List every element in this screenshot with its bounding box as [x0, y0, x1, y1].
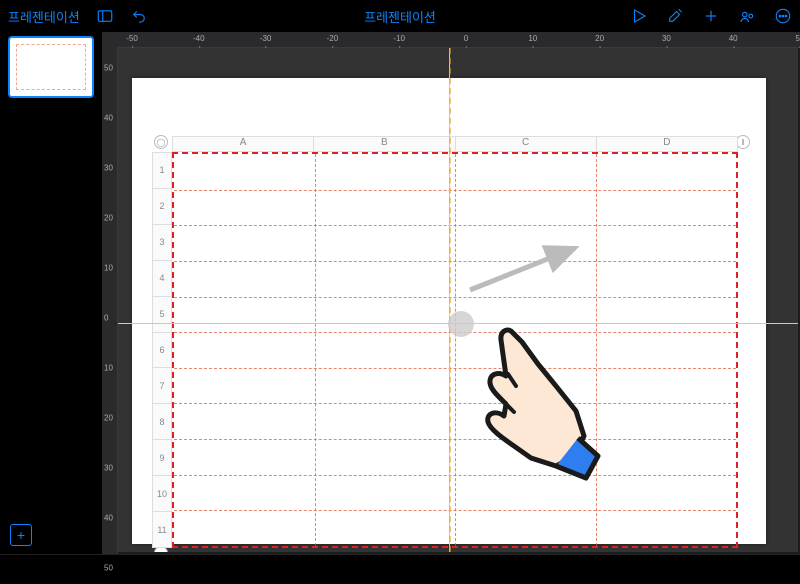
row-header[interactable]: 7 [152, 368, 172, 404]
undo-icon[interactable] [130, 7, 148, 25]
slide-canvas[interactable]: ◯ ‖ = ABCD 1234567891011 [118, 48, 798, 552]
row-header[interactable]: 6 [152, 333, 172, 369]
bottom-bar [0, 554, 800, 584]
row-header[interactable]: 3 [152, 225, 172, 261]
ruler-v-tick: 0 [104, 314, 108, 323]
ruler-v-tick: 30 [104, 464, 113, 473]
play-icon[interactable] [630, 7, 648, 25]
document-title[interactable]: 프레젠테이션 [364, 7, 436, 26]
row-header[interactable]: 11 [152, 512, 172, 548]
column-header[interactable]: A [172, 136, 314, 152]
row-header[interactable]: 9 [152, 440, 172, 476]
ruler-v-tick: 50 [104, 564, 113, 573]
ruler-v-tick: 30 [104, 164, 113, 173]
ruler-v-tick: 50 [104, 64, 113, 73]
ruler-h-tick: 40 [729, 34, 738, 43]
add-slide-button[interactable]: + [10, 524, 32, 546]
ruler-v-tick: 10 [104, 364, 113, 373]
column-header[interactable]: C [456, 136, 597, 152]
more-icon[interactable] [774, 7, 792, 25]
ruler-vertical[interactable]: 504030201001020304050 [102, 48, 118, 554]
collaborate-icon[interactable] [738, 7, 756, 25]
column-headers[interactable]: ABCD [172, 136, 738, 152]
ruler-v-tick: 20 [104, 214, 113, 223]
ruler-h-tick: 10 [528, 34, 537, 43]
plus-icon[interactable] [702, 7, 720, 25]
column-header[interactable]: D [597, 136, 738, 152]
row-header[interactable]: 4 [152, 261, 172, 297]
documents-button[interactable]: 프레젠테이션 [8, 7, 80, 26]
ruler-h-tick: -30 [260, 34, 272, 43]
ruler-h-tick: 30 [662, 34, 671, 43]
table-select-handle[interactable]: ◯ [154, 135, 168, 149]
row-header[interactable]: 5 [152, 297, 172, 333]
ruler-h-tick: -50 [126, 34, 138, 43]
ruler-h-tick: 50 [796, 34, 800, 43]
canvas-area: -50 -40 -30 -20 -10 0 10 20 30 40 50 50 40 30 20 10 0 10… [102, 32, 800, 554]
ruler-h-tick: -20 [327, 34, 339, 43]
ruler-h-tick: -40 [193, 34, 205, 43]
ruler-h-tick: 20 [595, 34, 604, 43]
slide-navigator: 1 + [0, 32, 102, 554]
row-header[interactable]: 10 [152, 476, 172, 512]
row-header[interactable]: 2 [152, 189, 172, 225]
brush-icon[interactable] [666, 7, 684, 25]
ruler-h-tick: 0 [464, 34, 468, 43]
ruler-v-tick: 40 [104, 114, 113, 123]
gesture-arrow [460, 240, 590, 300]
hand-cursor-illustration [456, 316, 606, 486]
row-header[interactable]: 1 [152, 152, 172, 189]
table-selection[interactable] [172, 152, 738, 548]
column-header[interactable]: B [314, 136, 455, 152]
row-header[interactable]: 8 [152, 404, 172, 440]
alignment-guide-vertical-2 [449, 48, 451, 552]
ruler-origin [102, 32, 118, 48]
ruler-horizontal[interactable]: -50 -40 -30 -20 -10 0 10 20 30 40 50 [118, 32, 800, 48]
ruler-v-tick: 20 [104, 414, 113, 423]
toolbar: 프레젠테이션 프레젠테이션 [0, 0, 800, 32]
row-headers[interactable]: 1234567891011 [152, 152, 172, 548]
table-add-column-handle[interactable]: ‖ [736, 135, 750, 149]
sidebar-toggle-icon[interactable] [96, 7, 114, 25]
slide-thumbnail-1[interactable] [10, 38, 92, 96]
ruler-v-tick: 40 [104, 514, 113, 523]
ruler-v-tick: 10 [104, 264, 113, 273]
ruler-h-tick: -10 [393, 34, 405, 43]
